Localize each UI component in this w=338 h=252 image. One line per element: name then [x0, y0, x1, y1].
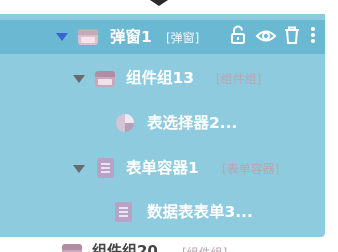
node-type-tag: [表单容器] [222, 162, 280, 176]
collapse-caret-icon[interactable] [73, 165, 85, 173]
collapse-caret-icon[interactable] [56, 33, 68, 41]
more-vertical-icon[interactable] [308, 24, 318, 46]
component-group-icon [62, 244, 82, 252]
node-label: 表单容器1 [126, 159, 199, 177]
unlock-icon[interactable] [228, 24, 248, 46]
node-toolbar [228, 24, 328, 48]
trash-icon[interactable] [282, 24, 302, 46]
pie-chart-icon [115, 113, 135, 133]
tree-row-component-group[interactable]: 组件组13 [组件组] [0, 62, 325, 96]
layer-tree: 弹窗1 [弹窗] 组件组13 [组件组] 表选择器2... 表单容器1 [表单容… [0, 0, 338, 252]
node-type-tag: [组件组] [216, 72, 262, 86]
node-label: 数据表表单3... [147, 203, 253, 221]
tree-row-table-selector[interactable]: 表选择器2... [0, 106, 325, 140]
popup-icon [78, 29, 98, 45]
tree-row-datatable-form[interactable]: 数据表表单3... [0, 196, 325, 230]
data-table-form-icon [115, 202, 132, 222]
partial-node-type-tag: [组件组] [182, 243, 227, 252]
visibility-eye-icon[interactable] [255, 24, 277, 46]
node-label: 弹窗1 [110, 28, 152, 46]
form-container-icon [97, 158, 114, 178]
drop-indicator-arrow [150, 0, 168, 6]
node-label: 表选择器2... [147, 114, 238, 132]
tree-row-form-container[interactable]: 表单容器1 [表单容器] [0, 152, 325, 186]
collapse-caret-icon[interactable] [73, 75, 85, 83]
node-label: 组件组13 [126, 69, 195, 87]
node-type-tag: [弹窗] [166, 31, 200, 45]
partial-node-label[interactable]: 组件组20 [92, 241, 158, 252]
component-group-icon [95, 71, 115, 87]
